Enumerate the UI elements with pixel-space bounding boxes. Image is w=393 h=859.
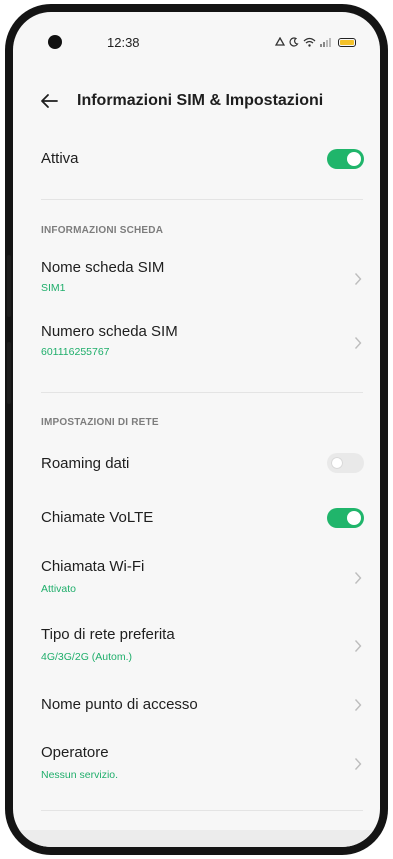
volte-toggle[interactable] xyxy=(327,508,364,528)
sim-number-value: 601116255767 xyxy=(41,346,110,358)
toggle-knob xyxy=(347,511,361,525)
apn-row[interactable]: Nome punto di accesso xyxy=(13,692,380,722)
operator-label: Operatore xyxy=(41,744,109,761)
back-arrow-icon[interactable] xyxy=(38,90,60,112)
phone-side-button-top xyxy=(7,255,11,317)
signal-icon xyxy=(320,38,331,47)
wifi-calling-value: Attivato xyxy=(41,583,77,595)
wifi-icon xyxy=(303,37,316,47)
wifi-calling-label: Chiamata Wi-Fi xyxy=(41,558,145,575)
sim-number-row[interactable]: Numero scheda SIM 601116255767 xyxy=(13,320,380,364)
active-toggle[interactable] xyxy=(327,149,364,169)
alarm-icon xyxy=(275,37,285,46)
active-row[interactable]: Attiva xyxy=(13,144,380,174)
section-header-network: IMPOSTAZIONI DI RETE xyxy=(41,417,159,428)
operator-value: Nessun servizio. xyxy=(41,769,119,781)
volte-label: Chiamate VoLTE xyxy=(41,509,154,526)
volte-row[interactable]: Chiamate VoLTE xyxy=(13,504,380,534)
sim-name-label: Nome scheda SIM xyxy=(41,259,165,276)
chevron-right-icon xyxy=(354,699,362,711)
moon-icon xyxy=(289,37,299,47)
status-icons xyxy=(275,34,356,50)
apn-label: Nome punto di accesso xyxy=(41,696,198,713)
data-roaming-label: Roaming dati xyxy=(41,455,130,472)
page-title: Informazioni SIM & Impostazioni xyxy=(77,92,324,109)
header: Informazioni SIM & Impostazioni xyxy=(13,88,380,116)
sim-name-row[interactable]: Nome scheda SIM SIM1 xyxy=(13,256,380,300)
front-camera xyxy=(48,35,62,49)
preferred-network-value: 4G/3G/2G (Autom.) xyxy=(41,651,133,663)
toggle-knob xyxy=(331,457,343,469)
preferred-network-label: Tipo di rete preferita xyxy=(41,626,175,643)
status-bar: 12:38 xyxy=(13,12,380,52)
chevron-right-icon xyxy=(354,572,362,584)
sim-number-label: Numero scheda SIM xyxy=(41,323,178,340)
section-header-card-info: INFORMAZIONI SCHEDA xyxy=(41,225,164,236)
active-label: Attiva xyxy=(41,150,79,167)
divider xyxy=(41,392,363,393)
sim-name-value: SIM1 xyxy=(41,282,66,294)
divider xyxy=(41,199,363,200)
chevron-right-icon xyxy=(354,758,362,770)
data-roaming-toggle[interactable] xyxy=(327,453,364,473)
toggle-knob xyxy=(347,152,361,166)
preferred-network-row[interactable]: Tipo di rete preferita 4G/3G/2G (Autom.) xyxy=(13,624,380,668)
operator-row[interactable]: Operatore Nessun servizio. xyxy=(13,742,380,786)
phone-side-button-bottom xyxy=(7,342,11,404)
divider xyxy=(41,810,363,811)
chevron-right-icon xyxy=(354,337,362,349)
battery-icon xyxy=(338,37,356,47)
screen: 12:38 Informazioni SIM & Impostazioni At… xyxy=(13,12,380,847)
wifi-calling-row[interactable]: Chiamata Wi-Fi Attivato xyxy=(13,556,380,600)
chevron-right-icon xyxy=(354,273,362,285)
bottom-bar xyxy=(13,830,380,847)
data-roaming-row[interactable]: Roaming dati xyxy=(13,449,380,479)
status-time: 12:38 xyxy=(107,35,140,50)
chevron-right-icon xyxy=(354,640,362,652)
